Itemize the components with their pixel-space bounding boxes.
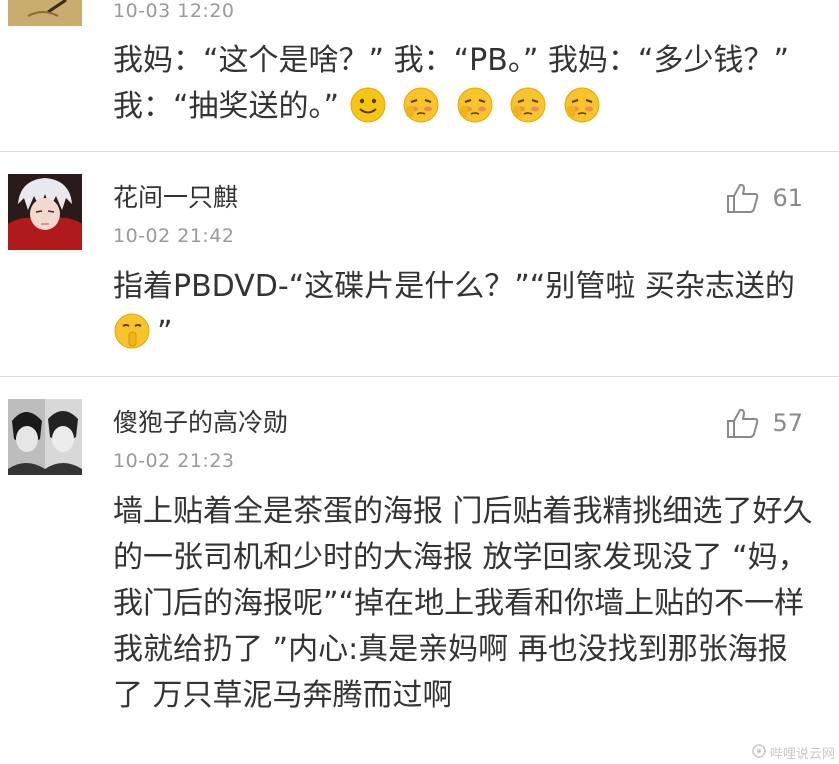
comment-time: 10-02 21:23	[113, 450, 235, 472]
smile-emoji-icon	[349, 86, 387, 138]
shy-emoji-icon	[563, 86, 601, 138]
comment-time: 10-02 21:42	[113, 225, 235, 247]
comment-text: 指着PBDVD-“这碟片是什么？”“别管啦 买杂志送的 ”	[113, 264, 813, 364]
shh-emoji-icon	[113, 312, 151, 364]
avatar[interactable]	[8, 0, 82, 26]
comment-text-main: 我妈：“这个是啥？” 我：“PB。” 我妈：“多少钱？” 我：“抽奖送的。”	[113, 43, 789, 124]
like-button[interactable]: 57	[726, 407, 803, 439]
shy-emoji-icon	[509, 86, 547, 138]
comment-username[interactable]: 傻狍子的高冷勋	[113, 403, 288, 439]
comment-username[interactable]: 花间一只麒	[113, 178, 238, 214]
watermark: 哔哩说云网	[752, 743, 835, 762]
like-count: 61	[772, 184, 803, 212]
thumbs-up-icon	[726, 182, 760, 214]
shy-emoji-icon	[456, 86, 494, 138]
comment-item: 傻狍子的高冷勋 57 10-02 21:23 墙上贴着全是茶蛋的海报 门后贴着我…	[0, 377, 839, 764]
comment-text-tail: ”	[157, 315, 173, 350]
avatar[interactable]	[8, 399, 82, 475]
shy-emoji-icon	[402, 86, 440, 138]
comment-time: 10-03 12:20	[113, 0, 235, 22]
avatar[interactable]	[8, 174, 82, 250]
thumbs-up-icon	[726, 407, 760, 439]
watermark-logo-icon	[752, 743, 766, 762]
comment-text: 墙上贴着全是茶蛋的海报 门后贴着我精挑细选了好久的一张司机和少时的大海报 放学回…	[113, 494, 813, 713]
like-count: 57	[772, 409, 803, 437]
comment-text-main: 指着PBDVD-“这碟片是什么？”“别管啦 买杂志送的	[113, 269, 795, 304]
comment-item: 10-03 12:20 我妈：“这个是啥？” 我：“PB。” 我妈：“多少钱？”…	[0, 0, 839, 150]
watermark-text: 哔哩说云网	[769, 747, 835, 762]
comment-text: 我妈：“这个是啥？” 我：“PB。” 我妈：“多少钱？” 我：“抽奖送的。”	[113, 38, 813, 138]
like-button[interactable]: 61	[726, 182, 803, 214]
comment-item: 花间一只麒 61 10-02 21:42 指着PBDVD-“这碟片是什么？”“别…	[0, 152, 839, 376]
